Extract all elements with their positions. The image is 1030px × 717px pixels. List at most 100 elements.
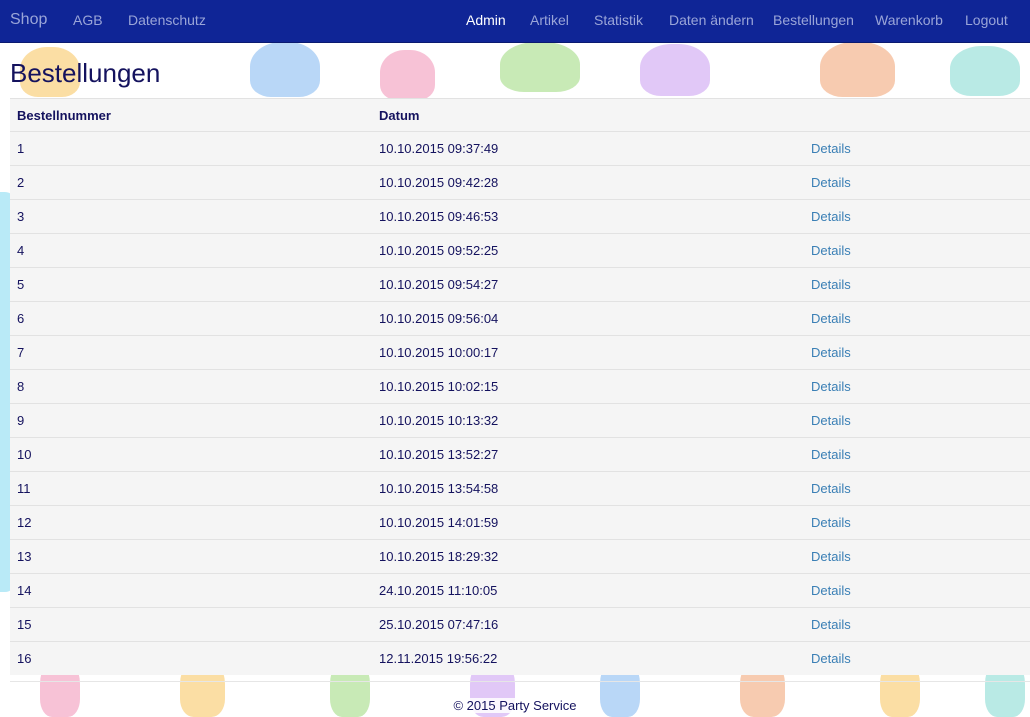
- order-actions-cell: Details: [804, 403, 1030, 438]
- order-date-cell: 10.10.2015 10:00:17: [372, 335, 804, 370]
- order-actions-cell: Details: [804, 437, 1030, 472]
- table-row: 12 10.10.2015 14:01:59 Details: [10, 505, 1030, 540]
- details-link[interactable]: Details: [811, 583, 851, 598]
- order-number-cell: 5: [10, 267, 372, 302]
- table-row: 7 10.10.2015 10:00:17 Details: [10, 335, 1030, 370]
- details-link[interactable]: Details: [811, 345, 851, 360]
- footer: © 2015 Party Service: [0, 698, 1030, 713]
- details-link[interactable]: Details: [811, 447, 851, 462]
- details-link[interactable]: Details: [811, 515, 851, 530]
- table-row: 4 10.10.2015 09:52:25 Details: [10, 233, 1030, 268]
- table-header-row: Bestellnummer Datum: [10, 99, 1030, 132]
- order-actions-cell: Details: [804, 165, 1030, 200]
- details-link[interactable]: Details: [811, 481, 851, 496]
- table-row: 15 25.10.2015 07:47:16 Details: [10, 607, 1030, 642]
- header-actions: [804, 99, 1030, 132]
- table-row: 5 10.10.2015 09:54:27 Details: [10, 267, 1030, 302]
- order-date-cell: 10.10.2015 09:42:28: [372, 165, 804, 200]
- order-number-cell: 11: [10, 471, 372, 506]
- brand-link[interactable]: Shop: [10, 0, 47, 42]
- details-link[interactable]: Details: [811, 549, 851, 564]
- table-row: 13 10.10.2015 18:29:32 Details: [10, 539, 1030, 574]
- nav-link-daten-aendern[interactable]: Daten ändern: [669, 0, 754, 42]
- order-number-cell: 15: [10, 607, 372, 642]
- order-actions-cell: Details: [804, 539, 1030, 574]
- nav-link-agb[interactable]: AGB: [73, 0, 103, 42]
- order-date-cell: 10.10.2015 14:01:59: [372, 505, 804, 540]
- order-actions-cell: Details: [804, 267, 1030, 302]
- order-actions-cell: Details: [804, 233, 1030, 268]
- details-link[interactable]: Details: [811, 379, 851, 394]
- order-date-cell: 25.10.2015 07:47:16: [372, 607, 804, 642]
- nav-link-admin[interactable]: Admin: [466, 0, 506, 42]
- order-actions-cell: Details: [804, 471, 1030, 506]
- details-link[interactable]: Details: [811, 243, 851, 258]
- details-link[interactable]: Details: [811, 651, 851, 666]
- order-date-cell: 10.10.2015 09:56:04: [372, 301, 804, 336]
- details-link[interactable]: Details: [811, 311, 851, 326]
- order-number-cell: 16: [10, 641, 372, 675]
- order-number-cell: 8: [10, 369, 372, 404]
- nav-link-warenkorb[interactable]: Warenkorb: [875, 0, 943, 42]
- order-date-cell: 10.10.2015 09:46:53: [372, 199, 804, 234]
- page-title: Bestellungen: [10, 58, 161, 88]
- details-link[interactable]: Details: [811, 175, 851, 190]
- table-row: 10 10.10.2015 13:52:27 Details: [10, 437, 1030, 472]
- order-number-cell: 7: [10, 335, 372, 370]
- order-date-cell: 10.10.2015 10:13:32: [372, 403, 804, 438]
- order-date-cell: 10.10.2015 10:02:15: [372, 369, 804, 404]
- details-link[interactable]: Details: [811, 413, 851, 428]
- orders-table-body: 1 10.10.2015 09:37:49 Details 2 10.10.2015 0…: [10, 131, 1030, 675]
- table-row: 6 10.10.2015 09:56:04 Details: [10, 301, 1030, 336]
- order-number-cell: 3: [10, 199, 372, 234]
- orders-table-container: Bestellnummer Datum 1 10.10.2015 09:37:49…: [10, 98, 1030, 675]
- order-date-cell: 10.10.2015 09:52:25: [372, 233, 804, 268]
- order-date-cell: 10.10.2015 13:52:27: [372, 437, 804, 472]
- nav-link-logout[interactable]: Logout: [965, 0, 1008, 42]
- table-row: 2 10.10.2015 09:42:28 Details: [10, 165, 1030, 200]
- order-number-cell: 13: [10, 539, 372, 574]
- order-date-cell: 10.10.2015 09:54:27: [372, 267, 804, 302]
- table-row: 14 24.10.2015 11:10:05 Details: [10, 573, 1030, 608]
- table-row: 3 10.10.2015 09:46:53 Details: [10, 199, 1030, 234]
- order-actions-cell: Details: [804, 641, 1030, 675]
- details-link[interactable]: Details: [811, 141, 851, 156]
- order-number-cell: 9: [10, 403, 372, 438]
- nav-link-artikel[interactable]: Artikel: [530, 0, 569, 42]
- order-date-cell: 10.10.2015 18:29:32: [372, 539, 804, 574]
- order-number-cell: 14: [10, 573, 372, 608]
- nav-link-bestellungen[interactable]: Bestellungen: [773, 0, 854, 42]
- header-bestellnummer: Bestellnummer: [17, 107, 111, 123]
- top-navbar: Shop AGB Datenschutz Admin Artikel Stati…: [0, 0, 1030, 43]
- order-actions-cell: Details: [804, 607, 1030, 642]
- orders-table: Bestellnummer Datum 1 10.10.2015 09:37:49…: [10, 99, 1030, 675]
- table-row: 1 10.10.2015 09:37:49 Details: [10, 131, 1030, 166]
- order-actions-cell: Details: [804, 131, 1030, 166]
- table-row: 9 10.10.2015 10:13:32 Details: [10, 403, 1030, 438]
- order-actions-cell: Details: [804, 335, 1030, 370]
- order-actions-cell: Details: [804, 301, 1030, 336]
- table-row: 11 10.10.2015 13:54:58 Details: [10, 471, 1030, 506]
- nav-link-datenschutz[interactable]: Datenschutz: [128, 0, 206, 42]
- order-date-cell: 10.10.2015 09:37:49: [372, 131, 804, 166]
- header-datum: Datum: [379, 107, 420, 123]
- details-link[interactable]: Details: [811, 277, 851, 292]
- order-number-cell: 1: [10, 131, 372, 166]
- details-link[interactable]: Details: [811, 209, 851, 224]
- footer-divider: [10, 681, 1030, 682]
- order-date-cell: 24.10.2015 11:10:05: [372, 573, 804, 608]
- order-number-cell: 6: [10, 301, 372, 336]
- order-actions-cell: Details: [804, 505, 1030, 540]
- order-actions-cell: Details: [804, 369, 1030, 404]
- order-number-cell: 4: [10, 233, 372, 268]
- nav-link-statistik[interactable]: Statistik: [594, 0, 643, 42]
- order-number-cell: 10: [10, 437, 372, 472]
- order-number-cell: 12: [10, 505, 372, 540]
- order-date-cell: 12.11.2015 19:56:22: [372, 641, 804, 675]
- order-actions-cell: Details: [804, 573, 1030, 608]
- details-link[interactable]: Details: [811, 617, 851, 632]
- order-actions-cell: Details: [804, 199, 1030, 234]
- table-row: 8 10.10.2015 10:02:15 Details: [10, 369, 1030, 404]
- order-number-cell: 2: [10, 165, 372, 200]
- order-date-cell: 10.10.2015 13:54:58: [372, 471, 804, 506]
